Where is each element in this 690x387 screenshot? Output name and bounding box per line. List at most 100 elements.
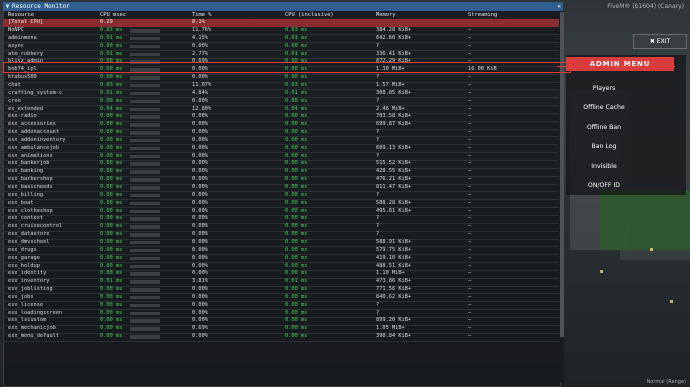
exit-button[interactable]: ✖ EXIT [633,34,687,49]
time-pct: 0.00% [192,238,208,245]
street-light [670,300,673,303]
time-pct: 0.00% [192,254,208,261]
streaming: — [468,231,472,238]
streaming: — [468,286,472,293]
memory: 642.60 KiB+ [376,34,412,41]
col-streaming[interactable]: Streaming [468,11,497,19]
table-row[interactable]: esx_identity 0.00 ms 0.00% 0.00 ms 1.10 MiB+… [3,270,559,278]
admin-item-invisible[interactable]: Invisible [566,163,642,170]
streaming: — [468,199,472,206]
close-icon[interactable]: ✕ [557,2,561,11]
cpu-msec: 0.00 ms [100,121,123,128]
table-row[interactable]: esx_loadingscreen 0.00 ms 0.00% 0.00 ms? — [3,310,559,318]
time-pct: 0.00% [192,293,208,300]
table-row[interactable]: chat 0.03 ms 11.07% 0.03 ms 1.57 MiB+ — [3,82,559,90]
table-row[interactable]: esx_boat 0.00 ms 0.00% 0.00 ms 588.28 KiB+ — [3,200,559,208]
cpu-inclusive: 0.04 ms [285,105,308,112]
admin-item-offline-ban[interactable]: Offline Ban [566,124,642,131]
resource-name: esx_addonaccount [8,129,60,136]
cpu-graph [130,76,160,80]
table-row[interactable]: esx_jobs 0.00 ms 0.00% 0.00 ms 840.62 KiB+ — [3,294,559,302]
cpu-msec: 0.03 ms [100,27,123,33]
table-row[interactable]: esx-radio 0.00 ms 0.00% 0.00 ms 703.58 KiB+ — [3,113,559,121]
streaming: — [468,176,472,183]
col-cpu-inclusive[interactable]: CPU (inclusive) [285,11,334,19]
memory: 811.47 KiB+ [376,184,412,190]
table-row[interactable]: esx_animations 0.00 ms 0.00% 0.00 ms? — [3,153,559,161]
cpu-msec: 0.00 ms [100,97,123,104]
cpu-inclusive: 0.00 ms [285,309,308,316]
cpu-graph [130,272,160,276]
table-row[interactable]: esx_lscustom 0.00 ms 0.00% 0.00 ms 899.20 Ki… [3,317,559,325]
scrollbar-thumb[interactable] [560,12,564,337]
cpu-msec: 0.00 ms [100,160,123,167]
cpu-graph [130,154,160,159]
total-cpu-row: [Total CPU] 0.29 8.1% [3,19,559,27]
cpu-inclusive: 0.00 ms [285,74,308,81]
cpu-graph [130,115,160,119]
cpu-msec: 0.00 ms [100,270,123,277]
table-row[interactable]: esx_billing 0.00 ms 0.00% 0.00 ms? — [3,192,559,200]
time-pct: 0.00% [192,215,208,222]
time-pct: 0.00% [192,74,208,81]
resource-name: esx_joblisting [8,286,53,293]
admin-item-toggle-id[interactable]: ON/OFF ID [566,182,642,189]
time-pct: 0.00% [192,129,208,136]
streaming: — [468,160,472,167]
table-row[interactable]: async 0.00 ms 0.00% 0.00 ms? — [3,43,559,51]
memory: 588.28 KiB+ [376,199,412,206]
admin-item-offline-cache[interactable]: Offline Cache [566,104,642,111]
cpu-inclusive: 0.00 ms [285,152,308,159]
time-pct: 0.69% [192,325,208,332]
highlight-box [3,62,571,73]
col-time-pct[interactable]: Time % [192,11,211,19]
window-title: Resource Monitor [12,3,70,10]
cpu-inclusive: 0.00 ms [285,317,308,324]
table-header: Resource CPU msec Time % CPU (inclusive)… [3,11,559,19]
cpu-msec: 0.00 ms [100,246,123,253]
time-pct: 0.00% [192,42,208,49]
table-row[interactable]: esx_addoninventory 0.00 ms 0.00% 0.00 ms? — [3,137,559,145]
time-pct: 0.00% [192,207,208,214]
resource-name: esx_barbershop [8,176,53,183]
col-resource[interactable]: Resource [8,11,34,19]
admin-item-ban-log[interactable]: Ban Log [566,143,642,150]
memory: 390.84 KiB+ [376,333,412,340]
time-pct: 0.00% [192,286,208,293]
table-row[interactable]: esx_garage 0.00 ms 0.00% 0.00 ms 419.10 KiB+… [3,255,559,263]
memory: 488.51 KiB+ [376,262,412,269]
streaming: — [468,81,472,88]
admin-item-players[interactable]: Players [566,85,642,92]
window-titlebar[interactable]: ▼ Resource Monitor ✕ [3,2,563,11]
table-row[interactable]: esx_menu_default 0.00 ms 0.00% 0.00 ms 390.8… [3,333,559,341]
cpu-msec: 0.00 ms [100,129,123,136]
streaming: — [468,254,472,261]
streaming: — [468,325,472,332]
table-row[interactable]: adminmenu 0.01 ms 4.15% 0.01 ms 642.60 KiB+ — [3,35,559,43]
table-row[interactable]: esx_accessories 0.00 ms 0.00% 0.00 ms 699.87… [3,121,559,129]
time-pct: 0.00% [192,309,208,316]
table-row[interactable]: esx_bankerjob 0.00 ms 0.00% 0.00 ms 515.52 K… [3,160,559,168]
memory: 899.20 KiB+ [376,317,412,324]
table-row[interactable]: esx_inventory 0.01 ms 3.81% 0.01 ms 473.86 K… [3,278,559,286]
col-memory[interactable]: Memory [376,11,395,19]
time-pct: 0.00% [192,317,208,324]
table-row[interactable]: esx_context 0.00 ms 0.00% 0.00 ms? — [3,215,559,223]
col-cpu-msec[interactable]: CPU msec [100,11,126,19]
cpu-graph [130,311,160,316]
cpu-msec: 0.00 ms [100,317,123,324]
table-row[interactable]: esx_barbershop 0.00 ms 0.00% 0.00 ms 476.21 … [3,176,559,184]
cpu-inclusive: 0.00 ms [285,121,308,128]
cpu-graph [130,248,160,253]
collapse-arrow-icon[interactable]: ▼ [3,2,12,11]
table-row[interactable]: esx_datastore 0.00 ms 0.00% 0.00 ms? — [3,231,559,239]
streaming: — [468,74,472,81]
total-time: 8.1% [192,19,205,25]
memory: 699.87 KiB+ [376,121,412,128]
table-row[interactable]: brabus500 0.00 ms 0.00% 0.00 ms? — [3,74,559,82]
time-pct: 3.81% [192,278,208,285]
table-row[interactable]: esx_dmvschool 0.00 ms 0.00% 0.00 ms 588.91 K… [3,239,559,247]
table-row[interactable]: cron 0.00 ms 0.00% 0.00 ms? — [3,98,559,106]
cpu-inclusive: 0.01 ms [285,50,308,57]
streaming: — [468,152,472,159]
